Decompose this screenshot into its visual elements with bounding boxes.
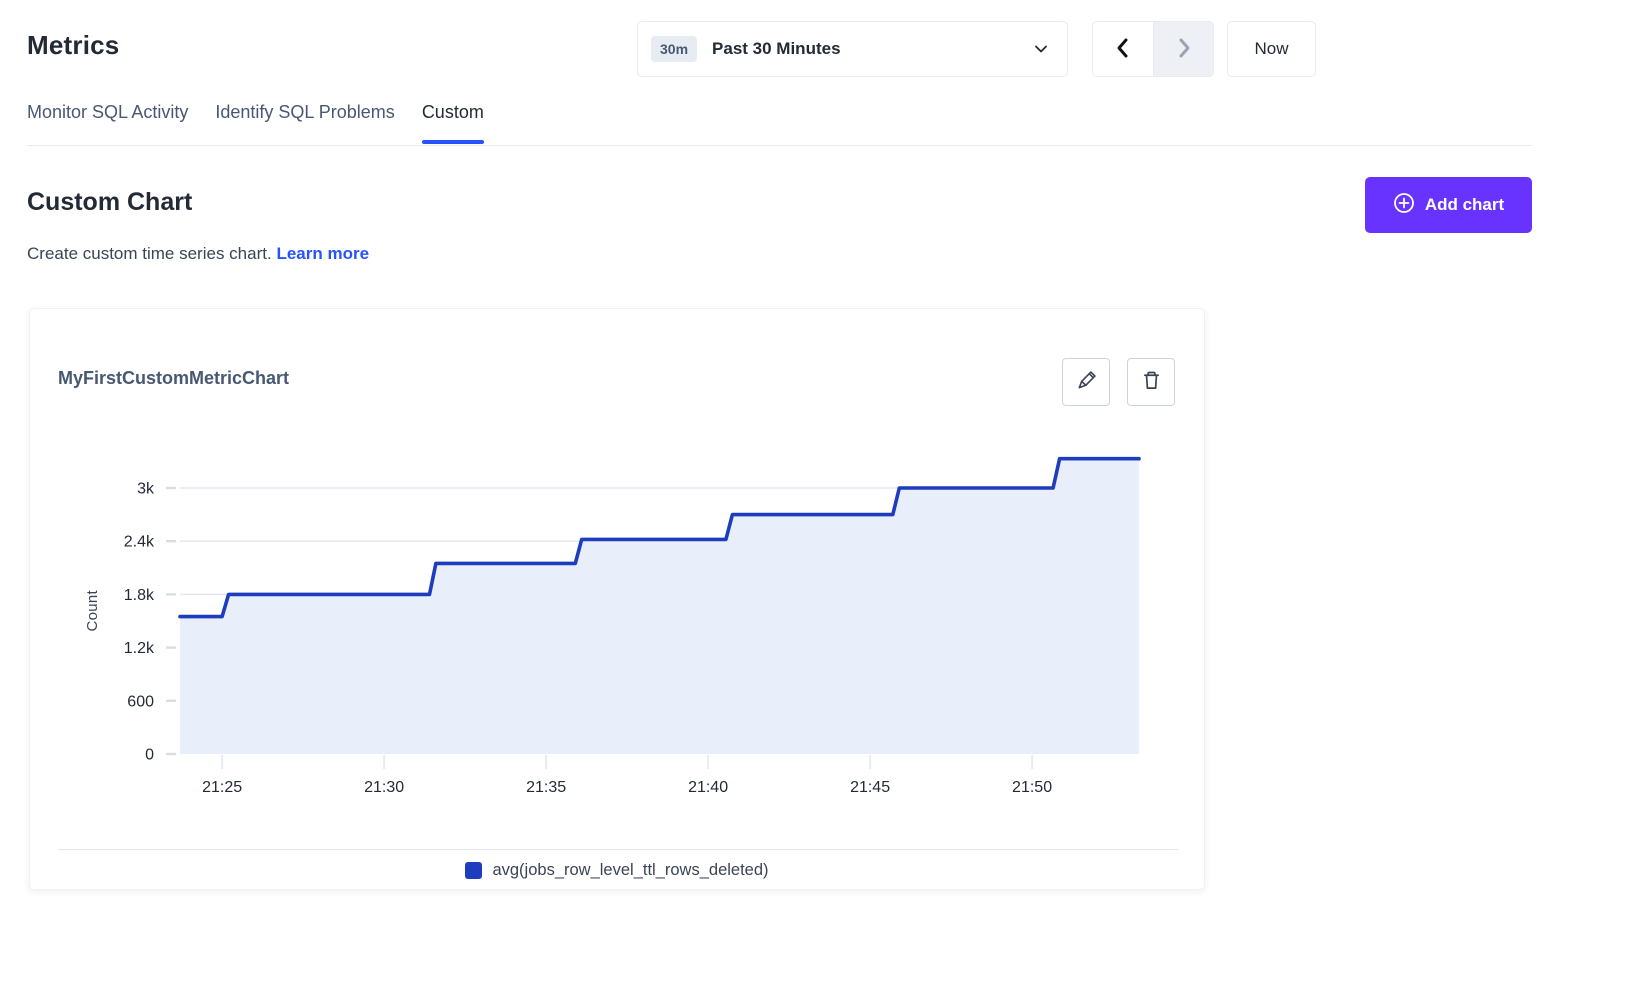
legend-label: avg(jobs_row_level_ttl_rows_deleted) — [492, 861, 768, 880]
time-range-badge: 30m — [651, 36, 697, 62]
tab-identify-sql-problems[interactable]: Identify SQL Problems — [215, 102, 394, 144]
chevron-down-icon — [1033, 41, 1049, 57]
trash-icon — [1141, 370, 1162, 394]
plus-circle-icon — [1393, 192, 1415, 219]
previous-time-button[interactable] — [1093, 22, 1153, 76]
tab-monitor-sql-activity[interactable]: Monitor SQL Activity — [27, 102, 188, 144]
next-time-button[interactable] — [1153, 22, 1213, 76]
y-tick-label: 600 — [127, 693, 154, 710]
add-chart-button[interactable]: Add chart — [1365, 177, 1532, 233]
tab-custom[interactable]: Custom — [422, 102, 484, 144]
page-title: Metrics — [27, 30, 119, 61]
x-tick-label: 21:35 — [526, 779, 566, 796]
x-tick-label: 21:25 — [202, 779, 242, 796]
legend-divider — [58, 849, 1178, 850]
time-range-dropdown[interactable]: 30m Past 30 Minutes — [637, 21, 1068, 77]
edit-chart-button[interactable] — [1062, 358, 1110, 406]
now-button[interactable]: Now — [1227, 21, 1316, 77]
legend-swatch — [465, 862, 482, 879]
tabs-divider — [27, 145, 1532, 146]
x-tick-label: 21:40 — [688, 779, 728, 796]
y-tick-label: 0 — [145, 747, 154, 764]
x-tick-label: 21:30 — [364, 779, 404, 796]
y-tick-label: 1.2k — [124, 640, 155, 657]
chart-title: MyFirstCustomMetricChart — [58, 368, 289, 389]
pencil-icon — [1076, 370, 1097, 394]
custom-chart-card: MyFirstCustomMetricChart Count 0 600 1.2k 1… — [29, 308, 1205, 890]
series-area — [180, 459, 1139, 754]
add-chart-label: Add chart — [1425, 195, 1504, 215]
time-nav-group — [1092, 21, 1214, 77]
y-tick-label: 1.8k — [124, 587, 155, 604]
section-heading: Custom Chart — [27, 188, 192, 217]
y-tick-label: 3k — [137, 481, 155, 498]
y-tick-label: 2.4k — [124, 534, 155, 551]
chart-plot-area: Count 0 600 1.2k 1.8k 2.4k 3k 21:25 21:30 21:35 2… — [30, 419, 1206, 803]
delete-chart-button[interactable] — [1127, 358, 1175, 406]
chevron-right-icon — [1174, 37, 1194, 62]
x-tick-label: 21:50 — [1012, 779, 1052, 796]
time-range-label: Past 30 Minutes — [712, 39, 841, 59]
metrics-tabs: Monitor SQL Activity Identify SQL Proble… — [27, 102, 484, 145]
y-axis-title: Count — [84, 419, 101, 803]
metrics-page: Metrics 30m Past 30 Minutes Now Monitor … — [0, 0, 1650, 982]
section-subtitle: Create custom time series chart. Learn m… — [27, 244, 369, 264]
learn-more-link[interactable]: Learn more — [276, 244, 369, 263]
chevron-left-icon — [1113, 37, 1133, 62]
chart-legend: avg(jobs_row_level_ttl_rows_deleted) — [30, 861, 1204, 880]
subtitle-text: Create custom time series chart. — [27, 244, 272, 263]
timeseries-chart-svg: 0 600 1.2k 1.8k 2.4k 3k 21:25 21:30 21:35 21:40 21… — [30, 419, 1206, 803]
x-tick-label: 21:45 — [850, 779, 890, 796]
